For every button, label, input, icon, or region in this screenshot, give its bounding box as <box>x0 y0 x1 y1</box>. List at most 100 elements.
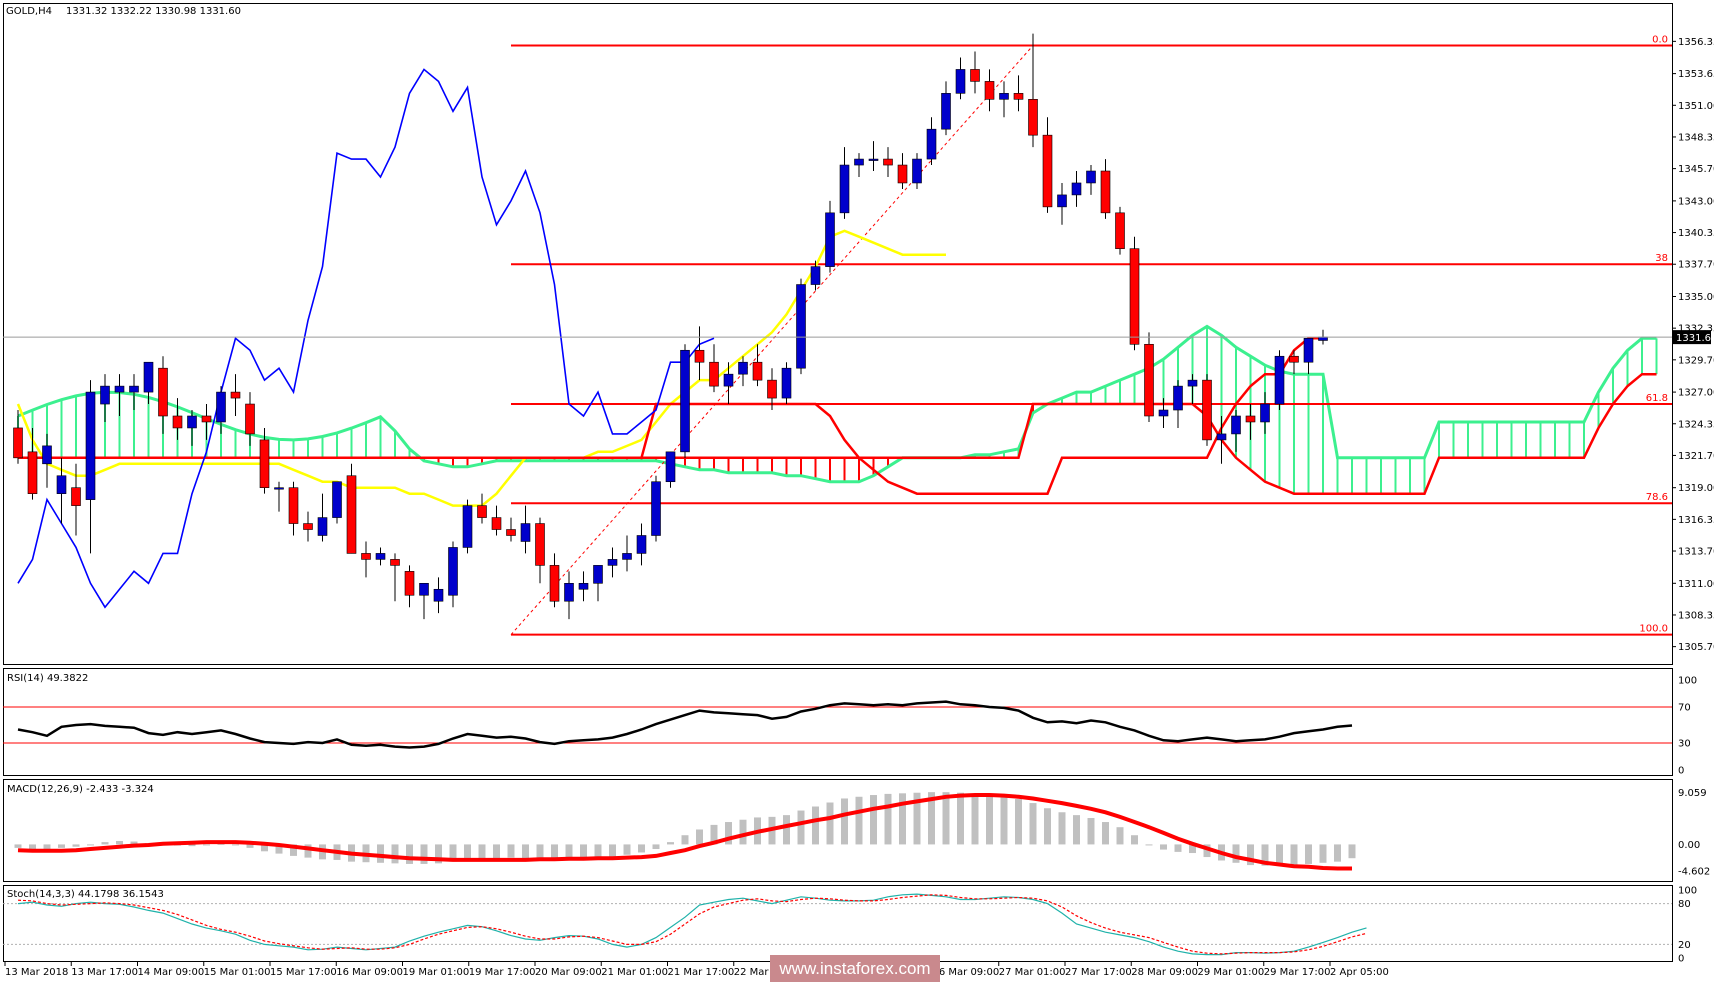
candle-body <box>941 93 951 130</box>
candle-body <box>1013 93 1024 100</box>
candle-body <box>955 69 966 94</box>
candle-body <box>781 367 792 399</box>
candle-body <box>868 158 879 161</box>
candle-body <box>636 535 647 554</box>
price-tick-label: 1345.70 <box>1678 164 1714 175</box>
candle-body <box>912 158 922 184</box>
candle-body <box>317 517 328 536</box>
price-tick-label: 1319.00 <box>1678 483 1714 494</box>
macd-histogram-bar <box>652 844 660 850</box>
candle-body <box>332 481 342 518</box>
candle-body <box>767 379 777 399</box>
macd-histogram-bar <box>87 844 94 846</box>
chart-ohlc: 1331.32 1332.22 1330.98 1331.60 <box>66 6 241 17</box>
candle-body <box>274 487 284 490</box>
price-tick-label: 1348.35 <box>1678 132 1714 143</box>
candle-body <box>752 361 763 381</box>
candle-body <box>303 523 313 530</box>
candle-body <box>665 451 676 483</box>
candle-body <box>187 415 197 429</box>
price-tick-label: 1311.00 <box>1678 579 1714 590</box>
chart-area[interactable]: 0.0 38 61.8 78.6 100.0 1356.35 1353.65 1351.00… <box>0 0 1714 982</box>
candle-body <box>114 385 125 393</box>
macd-histogram-bar <box>1174 844 1182 852</box>
candle-body <box>1071 182 1082 196</box>
macd-histogram-bar <box>1305 844 1312 864</box>
candle-body <box>984 81 995 100</box>
candle-body <box>883 158 893 166</box>
candle-body <box>1303 338 1314 363</box>
candle-body <box>462 505 473 548</box>
candle-body <box>1318 336 1328 341</box>
stoch-tick-label: 100 <box>1678 886 1697 897</box>
candle-body <box>404 571 415 596</box>
candle-body <box>549 565 560 602</box>
price-tick-label: 1340.35 <box>1678 228 1714 239</box>
rsi-label: RSI(14) 49.3822 <box>7 673 88 684</box>
macd-histogram-bar <box>522 844 529 859</box>
price-tick-label: 1305.70 <box>1678 642 1714 653</box>
macd-histogram-bar <box>1102 822 1109 845</box>
price-tick-label: 1316.35 <box>1678 515 1714 526</box>
macd-histogram-bar <box>1348 844 1356 859</box>
candle-body <box>1289 355 1299 363</box>
candle-body <box>999 93 1009 100</box>
candle-body <box>1115 212 1125 249</box>
candle-body <box>738 361 748 375</box>
macd-histogram-bar <box>1029 803 1037 845</box>
macd-histogram-bar <box>507 844 515 858</box>
candle-body <box>839 164 850 214</box>
macd-histogram-bar <box>406 844 413 864</box>
candle-body <box>825 212 835 267</box>
price-tick-label: 1356.35 <box>1678 37 1714 48</box>
macd-histogram-bar <box>203 844 210 846</box>
price-tick-label: 1321.70 <box>1678 451 1714 462</box>
candle-body <box>100 385 110 405</box>
time-tick-label: 20 Mar 09:00 <box>535 967 602 978</box>
macd-tick-label: 0.00 <box>1678 840 1700 851</box>
price-tick-label: 1324.35 <box>1678 419 1714 430</box>
price-tick-label: 1329.70 <box>1678 355 1714 366</box>
candle-body <box>926 128 937 160</box>
time-tick-label: 21 Mar 01:00 <box>601 967 668 978</box>
candle-body <box>506 529 516 536</box>
macd-histogram-bar <box>971 793 979 845</box>
macd-histogram-bar <box>58 844 65 848</box>
candle-body <box>854 158 864 166</box>
candle-body <box>1042 134 1053 208</box>
time-tick-label: 29 Mar 17:00 <box>1264 967 1331 978</box>
candle-body <box>1231 415 1241 435</box>
macd-histogram-bar <box>739 819 747 845</box>
candle-body <box>1129 248 1140 345</box>
macd-histogram-bar <box>1044 808 1051 845</box>
macd-histogram-bar <box>580 844 587 859</box>
rsi-tick-label: 100 <box>1678 676 1697 687</box>
time-tick-label: 19 Mar 17:00 <box>469 967 536 978</box>
macd-histogram-bar <box>101 842 109 845</box>
macd-histogram-bar <box>72 844 80 847</box>
macd-histogram-bar <box>420 844 428 864</box>
macd-histogram-bar <box>1116 827 1124 845</box>
stoch-tick-label: 20 <box>1678 940 1691 951</box>
macd-histogram-bar <box>1160 844 1167 850</box>
macd-histogram-bar <box>536 844 544 859</box>
macd-histogram-bar <box>855 796 863 845</box>
time-tick-label: 13 Mar 2018 <box>5 967 68 978</box>
macd-histogram-bar <box>942 792 950 845</box>
candle-body <box>172 415 183 429</box>
candle-body <box>796 284 806 369</box>
candle-body <box>897 164 908 184</box>
stoch-label: Stoch(14,3,3) 44.1798 36.1543 <box>7 889 164 900</box>
candle-body <box>448 547 458 596</box>
macd-histogram-bar <box>246 844 254 848</box>
candle-body <box>1086 170 1096 184</box>
time-tick-label: 2 Apr 05:00 <box>1330 967 1389 978</box>
candle-body <box>56 475 67 494</box>
fib-level-label: 38 <box>1655 253 1668 264</box>
macd-histogram-bar <box>43 844 51 850</box>
candle-body <box>143 361 154 393</box>
fib-level-label: 78.6 <box>1646 492 1668 503</box>
watermark-badge: www.instaforex.com <box>770 955 940 982</box>
macd-histogram-bar <box>1232 844 1240 863</box>
macd-histogram-bar <box>667 842 674 845</box>
